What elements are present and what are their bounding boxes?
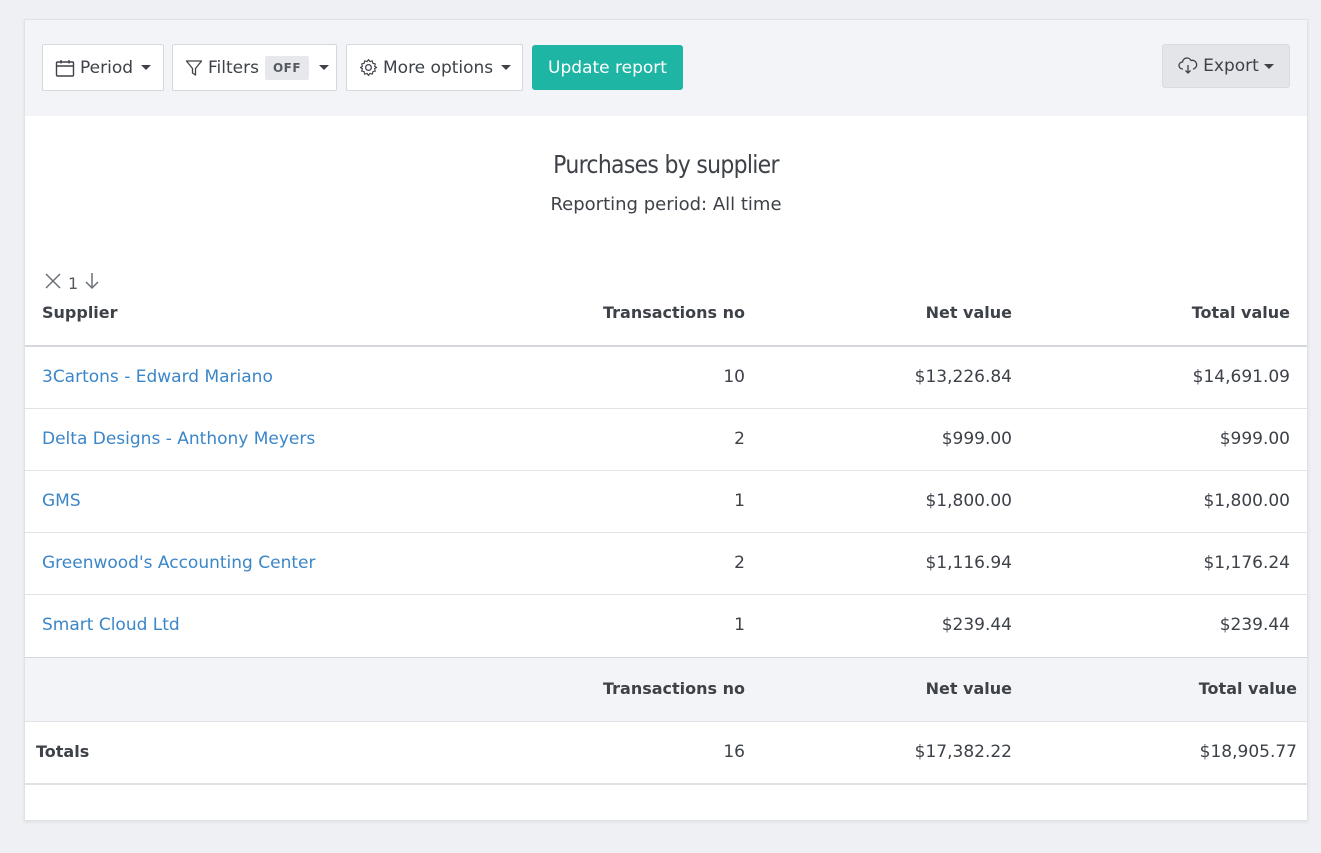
report-subtitle: Reporting period: All time xyxy=(550,194,782,215)
transactions-cell: 10 xyxy=(723,367,745,387)
total-value-cell: $14,691.09 xyxy=(1192,367,1290,387)
toolbar: Period Filters OFF More options Update r… xyxy=(25,20,1307,116)
report-card: Period Filters OFF More options Update r… xyxy=(24,19,1308,821)
filter-icon xyxy=(185,59,203,77)
header-total-value[interactable]: Total value xyxy=(1192,303,1290,322)
sort-indicator: 1 xyxy=(41,272,103,294)
footer-header-transactions: Transactions no xyxy=(602,679,745,698)
caret-down-icon xyxy=(141,65,152,70)
table-row: 3Cartons - Edward Mariano 10 $13,226.84 … xyxy=(25,345,1307,407)
totals-transactions: 16 xyxy=(723,742,745,762)
net-value-cell: $1,800.00 xyxy=(925,491,1012,511)
supplier-link[interactable]: 3Cartons - Edward Mariano xyxy=(42,367,273,387)
transactions-cell: 2 xyxy=(734,553,745,573)
sort-order-number: 1 xyxy=(68,273,79,293)
totals-total-value: $18,905.77 xyxy=(1199,742,1297,762)
total-value-cell: $239.44 xyxy=(1219,615,1290,635)
transactions-cell: 1 xyxy=(734,615,745,635)
filters-label: Filters xyxy=(208,57,259,78)
export-button[interactable]: Export xyxy=(1162,44,1290,88)
transactions-cell: 1 xyxy=(734,491,745,511)
net-value-cell: $239.44 xyxy=(941,615,1012,635)
supplier-link[interactable]: GMS xyxy=(42,491,81,511)
caret-down-icon xyxy=(319,65,330,70)
more-options-label: More options xyxy=(383,57,494,78)
table-row: Smart Cloud Ltd 1 $239.44 $239.44 xyxy=(25,594,1307,656)
period-button[interactable]: Period xyxy=(42,44,164,91)
net-value-cell: $1,116.94 xyxy=(925,553,1012,573)
total-value-cell: $1,800.00 xyxy=(1203,491,1290,511)
supplier-link[interactable]: Delta Designs - Anthony Meyers xyxy=(42,429,315,449)
caret-down-icon xyxy=(501,65,512,70)
totals-label: Totals xyxy=(36,742,90,761)
header-supplier[interactable]: Supplier xyxy=(42,303,118,322)
calendar-icon xyxy=(55,59,75,77)
filters-button[interactable]: Filters OFF xyxy=(172,44,337,91)
total-value-cell: $1,176.24 xyxy=(1203,553,1290,573)
caret-down-icon xyxy=(1263,63,1274,69)
table-row: Delta Designs - Anthony Meyers 2 $999.00… xyxy=(25,408,1307,470)
export-label: Export xyxy=(1203,56,1259,76)
net-value-cell: $13,226.84 xyxy=(914,367,1012,387)
totals-row: Totals 16 $17,382.22 $18,905.77 xyxy=(25,721,1307,785)
cloud-download-icon xyxy=(1178,57,1198,75)
period-label: Period xyxy=(80,57,134,78)
total-value-cell: $999.00 xyxy=(1219,429,1290,449)
supplier-link[interactable]: Smart Cloud Ltd xyxy=(42,615,180,635)
close-icon[interactable] xyxy=(44,272,62,294)
totals-net-value: $17,382.22 xyxy=(914,742,1012,762)
arrow-down-icon[interactable] xyxy=(84,272,100,294)
gear-icon xyxy=(359,58,378,77)
table-row: GMS 1 $1,800.00 $1,800.00 xyxy=(25,470,1307,532)
footer-header-net-value: Net value xyxy=(925,679,1012,698)
update-report-button[interactable]: Update report xyxy=(532,45,683,90)
table-row: Greenwood's Accounting Center 2 $1,116.9… xyxy=(25,532,1307,594)
supplier-link[interactable]: Greenwood's Accounting Center xyxy=(42,553,315,573)
transactions-cell: 2 xyxy=(734,429,745,449)
net-value-cell: $999.00 xyxy=(941,429,1012,449)
header-net-value[interactable]: Net value xyxy=(926,303,1012,322)
filters-state-badge: OFF xyxy=(264,55,310,80)
totals-header-row: Transactions no Net value Total value xyxy=(25,657,1307,721)
footer-header-total-value: Total value xyxy=(1198,679,1297,698)
report-title: Purchases by supplier xyxy=(553,150,779,179)
more-options-button[interactable]: More options xyxy=(346,44,523,91)
header-transactions[interactable]: Transactions no xyxy=(603,303,745,322)
